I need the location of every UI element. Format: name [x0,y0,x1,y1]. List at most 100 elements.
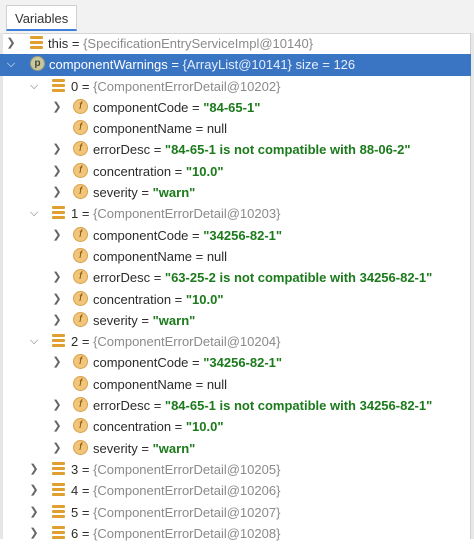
tree-row-concentration[interactable]: ❯ f concentration = "10.0" [0,416,471,437]
field-lines-icon [52,78,65,92]
equals-sign: = [188,355,204,371]
var-type: {SpecificationEntryServiceImpl@10140} [83,36,314,51]
field-f-icon: f [73,397,88,413]
equals-sign: = [78,78,94,94]
chevron-right-icon[interactable]: ❯ [29,462,39,476]
var-size: size = 126 [291,57,356,73]
property-p-icon: p [30,56,45,72]
var-string-value: "10.0" [185,419,224,435]
field-f-icon: f [73,141,88,157]
chevron-right-icon[interactable]: ❯ [52,292,62,306]
tab-variables[interactable]: Variables [6,5,78,31]
chevron-right-icon[interactable]: ❯ [52,441,62,455]
equals-sign: = [192,121,207,137]
var-name: severity [93,185,138,201]
chevron-right-icon[interactable]: ❯ [52,419,62,433]
chevron-right-icon[interactable]: ❯ [52,313,62,327]
chevron-right-icon[interactable]: ❯ [29,483,39,497]
tree-row-item-1[interactable]: ⌵ 1 = {ComponentErrorDetail@10203} [0,203,471,224]
var-value: null [206,121,228,137]
tree-row-item-2[interactable]: ⌵ 2 = {ComponentErrorDetail@10204} [0,331,471,352]
field-lines-icon [52,206,65,220]
var-type: {ComponentErrorDetail@10202} [93,78,281,94]
tree-row-component-name[interactable]: f componentName = null [0,118,471,139]
field-f-icon: f [73,98,88,114]
tree-row-component-warnings[interactable]: ⌵ p componentWarnings = {ArrayList@10141… [0,54,471,76]
equals-sign: = [192,248,207,264]
chevron-right-icon[interactable]: ❯ [52,142,62,156]
equals-sign: = [68,36,84,51]
tree-row-component-code[interactable]: ❯ f componentCode = "34256-82-1" [0,225,471,246]
equals-sign: = [150,142,165,158]
tree-row-error-desc[interactable]: ❯ f errorDesc = "84-65-1 is not compatib… [0,139,471,160]
var-string-value: "84-65-1 is not compatible with 34256-82… [164,398,433,414]
var-name: errorDesc [93,398,151,414]
var-type: {ArrayList@10141} [182,57,292,73]
field-lines-icon [52,461,65,475]
equals-sign: = [78,206,94,222]
chevron-right-icon[interactable]: ❯ [29,526,39,540]
tree-row-severity[interactable]: ❯ f severity = "warn" [0,182,471,203]
tree-row-severity[interactable]: ❯ f severity = "warn" [0,438,471,459]
chevron-right-icon[interactable]: ❯ [52,270,62,284]
var-name: concentration [93,163,172,179]
var-value: null [206,376,228,392]
tree-row-concentration[interactable]: ❯ f concentration = "10.0" [0,161,471,182]
tree-row-severity[interactable]: ❯ f severity = "warn" [0,310,471,331]
tree-row-item-0[interactable]: ⌵ 0 = {ComponentErrorDetail@10202} [0,76,471,97]
tree-row-error-desc[interactable]: ❯ f errorDesc = "84-65-1 is not compatib… [0,395,471,416]
var-string-value: "warn" [152,440,196,456]
equals-sign: = [188,99,204,115]
var-name: componentCode [93,227,189,243]
var-type: {ComponentErrorDetail@10207} [93,504,281,520]
chevron-right-icon[interactable]: ❯ [52,164,62,178]
tree-row-item-3[interactable]: ❯ 3 = {ComponentErrorDetail@10205} [0,459,471,480]
chevron-right-icon[interactable]: ❯ [52,100,62,114]
var-string-value: "10.0" [185,163,224,179]
panel-header: Variables [0,0,474,34]
equals-sign: = [78,483,94,499]
var-type: {ComponentErrorDetail@10206} [93,483,281,499]
chevron-down-icon[interactable]: ⌵ [29,79,39,93]
var-string-value: "34256-82-1" [203,227,283,243]
tree-row-this[interactable]: ❯ this = {SpecificationEntryServiceImpl@… [0,33,471,54]
var-name: componentCode [93,355,189,371]
tree-row-component-name[interactable]: f componentName = null [0,246,471,267]
tree-row-concentration[interactable]: ❯ f concentration = "10.0" [0,289,471,310]
var-name: componentName [93,121,192,137]
var-type: {ComponentErrorDetail@10203} [93,206,281,222]
tree-row-error-desc[interactable]: ❯ f errorDesc = "63-25-2 is not compatib… [0,267,471,288]
var-name: severity [93,440,138,456]
field-lines-icon [52,334,65,348]
field-f-icon: f [73,226,88,242]
chevron-down-icon[interactable]: ⌵ [6,57,16,71]
var-type: {ComponentErrorDetail@10205} [93,461,281,477]
chevron-right-icon[interactable]: ❯ [6,36,16,50]
tree-row-component-name[interactable]: f componentName = null [0,374,471,395]
field-lines-icon [52,483,65,497]
chevron-down-icon[interactable]: ⌵ [29,334,39,348]
chevron-down-icon[interactable]: ⌵ [29,206,39,220]
chevron-right-icon[interactable]: ❯ [52,185,62,199]
var-value: null [206,248,228,264]
chevron-right-icon[interactable]: ❯ [52,398,62,412]
field-lines-icon [30,36,43,49]
tree-row-item-6[interactable]: ❯ 6 = {ComponentErrorDetail@10208} [0,523,471,544]
field-f-icon: f [73,184,88,200]
chevron-right-icon[interactable]: ❯ [52,228,62,242]
equals-sign: = [192,376,207,392]
chevron-right-icon[interactable]: ❯ [29,505,39,519]
chevron-right-icon[interactable]: ❯ [52,355,62,369]
tree-row-component-code[interactable]: ❯ f componentCode = "84-65-1" [0,97,471,118]
field-f-icon: f [73,162,88,178]
var-name: severity [93,312,138,328]
variables-panel: Variables ❯ this = {SpecificationEntrySe… [0,0,474,541]
tree-row-component-code[interactable]: ❯ f componentCode = "34256-82-1" [0,352,471,373]
equals-sign: = [78,461,94,477]
var-name: componentCode [93,99,189,115]
var-name: concentration [93,291,172,307]
tree-row-item-4[interactable]: ❯ 4 = {ComponentErrorDetail@10206} [0,480,471,501]
tree-row-item-5[interactable]: ❯ 5 = {ComponentErrorDetail@10207} [0,502,471,523]
variables-tree: ❯ this = {SpecificationEntryServiceImpl@… [0,33,471,544]
equals-sign: = [137,185,153,201]
